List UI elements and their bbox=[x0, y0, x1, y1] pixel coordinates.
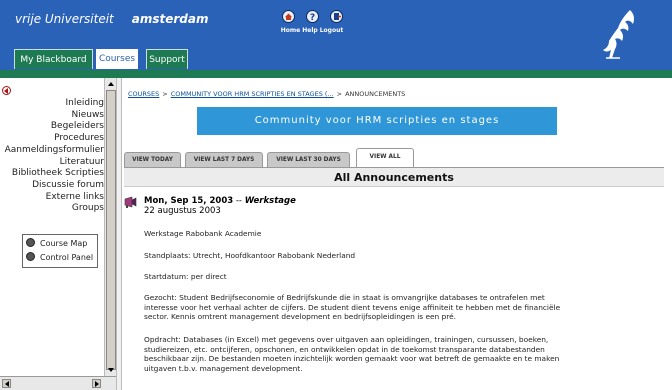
paragraph-line: Gezocht: Student Bedrijfseconomie of Bed… bbox=[144, 293, 545, 302]
paragraph-line: sector. Kennis omtrent management develo… bbox=[144, 312, 457, 321]
megaphone-icon bbox=[124, 196, 137, 208]
home-link[interactable]: Home bbox=[281, 27, 300, 34]
svg-text:?: ? bbox=[310, 13, 315, 23]
breadcrumb-courses[interactable]: COURSES bbox=[128, 90, 159, 98]
announcement-dash: -- bbox=[235, 196, 242, 206]
menu-item-procedures[interactable]: Procedures bbox=[5, 133, 104, 145]
vu-griffin-logo bbox=[603, 10, 634, 59]
paragraph-line: Werkstage Rabobank Academie bbox=[144, 229, 262, 238]
header-bar: vrije Universiteit amsterdam ? Home Help Lo… bbox=[0, 0, 672, 70]
course-map-link[interactable]: Course Map bbox=[26, 237, 87, 251]
tab-separator-bar bbox=[0, 70, 672, 78]
menu-item-externe-links[interactable]: Externe links bbox=[5, 192, 104, 204]
brand-city: amsterdam bbox=[131, 12, 209, 26]
paragraph-line: uitgaven t.b.v. management development. bbox=[144, 363, 303, 373]
menu-item-nieuws[interactable]: Nieuws bbox=[5, 110, 104, 122]
tab-courses[interactable]: Courses bbox=[96, 49, 138, 69]
frame-divider[interactable] bbox=[116, 78, 122, 390]
control-panel-link[interactable]: Control Panel bbox=[26, 251, 93, 265]
tab-view-last-7-days[interactable]: VIEW LAST 7 DAYS bbox=[185, 152, 263, 167]
course-map-icon bbox=[26, 238, 35, 247]
announcement-paragraph: Startdatum: per direct bbox=[144, 272, 227, 282]
paragraph-line: Opdracht: Databases (in Excel) met gegev… bbox=[144, 335, 549, 344]
paragraph-line: beschikbaar zijn. De bestanden moeten in… bbox=[144, 354, 560, 363]
help-link[interactable]: Help bbox=[302, 27, 317, 34]
course-menu-list: Inleiding Nieuws Begeleiders Procedures … bbox=[5, 98, 104, 215]
menu-item-begeleiders[interactable]: Begeleiders bbox=[5, 121, 104, 133]
menu-item-discussie-forum[interactable]: Discussie forum bbox=[5, 180, 104, 192]
paragraph-line: studiereizen, etc. ontcijferen, opschone… bbox=[144, 344, 545, 354]
paragraph-line: Standplaats: Utrecht, Hoofdkantoor Rabob… bbox=[144, 251, 356, 260]
breadcrumb-community[interactable]: COMMUNITY VOOR HRM SCRIPTIES EN STAGES (… bbox=[171, 90, 334, 98]
announcement-title: Werkstage bbox=[244, 196, 296, 206]
tab-view-last-30-days[interactable]: VIEW LAST 30 DAYS bbox=[267, 152, 350, 167]
scroll-right-arrow-icon[interactable] bbox=[92, 379, 101, 388]
logout-icon[interactable] bbox=[330, 10, 344, 23]
menu-horizontal-scrollbar[interactable] bbox=[0, 376, 116, 390]
course-banner: Community voor HRM scripties en stages bbox=[197, 107, 557, 135]
announcement-paragraph: Standplaats: Utrecht, Hoofdkantoor Rabob… bbox=[144, 251, 355, 261]
announcement-paragraph: Opdracht: Databases (in Excel) met gegev… bbox=[144, 335, 559, 373]
collapse-arrow-icon[interactable] bbox=[2, 86, 11, 95]
menu-item-literatuur[interactable]: Literatuur bbox=[5, 157, 104, 169]
menu-item-inleiding[interactable]: Inleiding bbox=[5, 98, 104, 110]
menu-item-groups[interactable]: Groups bbox=[5, 203, 104, 215]
logout-link[interactable]: Logout bbox=[320, 27, 344, 34]
home-icon[interactable] bbox=[282, 10, 295, 23]
announcement-subtitle: 22 augustus 2003 bbox=[144, 206, 221, 216]
control-panel-label: Control Panel bbox=[40, 253, 94, 262]
tab-view-all[interactable]: VIEW ALL bbox=[356, 148, 414, 167]
course-map-label: Course Map bbox=[40, 239, 88, 248]
tools-box: Course Map Control Panel bbox=[22, 234, 98, 268]
tab-support[interactable]: Support bbox=[146, 49, 188, 69]
breadcrumb: COURSES > COMMUNITY VOOR HRM SCRIPTIES EN … bbox=[128, 90, 406, 98]
help-icon[interactable]: ? bbox=[306, 10, 320, 23]
announcement-paragraph: Gezocht: Student Bedrijfseconomie of Bed… bbox=[144, 293, 560, 322]
announcement-header: Mon, Sep 15, 2003 -- Werkstage 22 august… bbox=[144, 196, 296, 216]
announcement-paragraph: Werkstage Rabobank Academie bbox=[144, 229, 261, 239]
menu-item-aanmeldingsformulier[interactable]: Aanmeldingsformulier bbox=[5, 145, 104, 157]
scroll-thumb[interactable] bbox=[106, 90, 116, 370]
menu-item-bibliotheek-scripties[interactable]: Bibliotheek Scripties bbox=[5, 168, 104, 180]
section-title: All Announcements bbox=[124, 167, 664, 187]
scroll-down-arrow-icon[interactable] bbox=[106, 365, 116, 375]
tab-my-blackboard[interactable]: My Blackboard bbox=[14, 49, 93, 69]
announcement-date: Mon, Sep 15, 2003 bbox=[144, 196, 234, 206]
top-links: ? Home Help Logout bbox=[279, 10, 345, 34]
control-panel-icon bbox=[26, 252, 35, 261]
scroll-left-arrow-icon[interactable] bbox=[2, 379, 11, 388]
brand-wordmark[interactable]: vrije Universiteit amsterdam bbox=[15, 12, 209, 26]
scroll-up-arrow-icon[interactable] bbox=[106, 79, 116, 89]
paragraph-line: Startdatum: per direct bbox=[144, 272, 227, 281]
tab-view-today[interactable]: VIEW TODAY bbox=[124, 152, 181, 167]
menu-vertical-scrollbar[interactable] bbox=[104, 78, 116, 376]
breadcrumb-current: ANNOUNCEMENTS bbox=[345, 90, 406, 98]
brand-university: vrije Universiteit bbox=[15, 12, 114, 26]
course-menu: Inleiding Nieuws Begeleiders Procedures … bbox=[0, 78, 104, 378]
paragraph-line: interesse voor het verhaal achter de cij… bbox=[144, 302, 561, 312]
